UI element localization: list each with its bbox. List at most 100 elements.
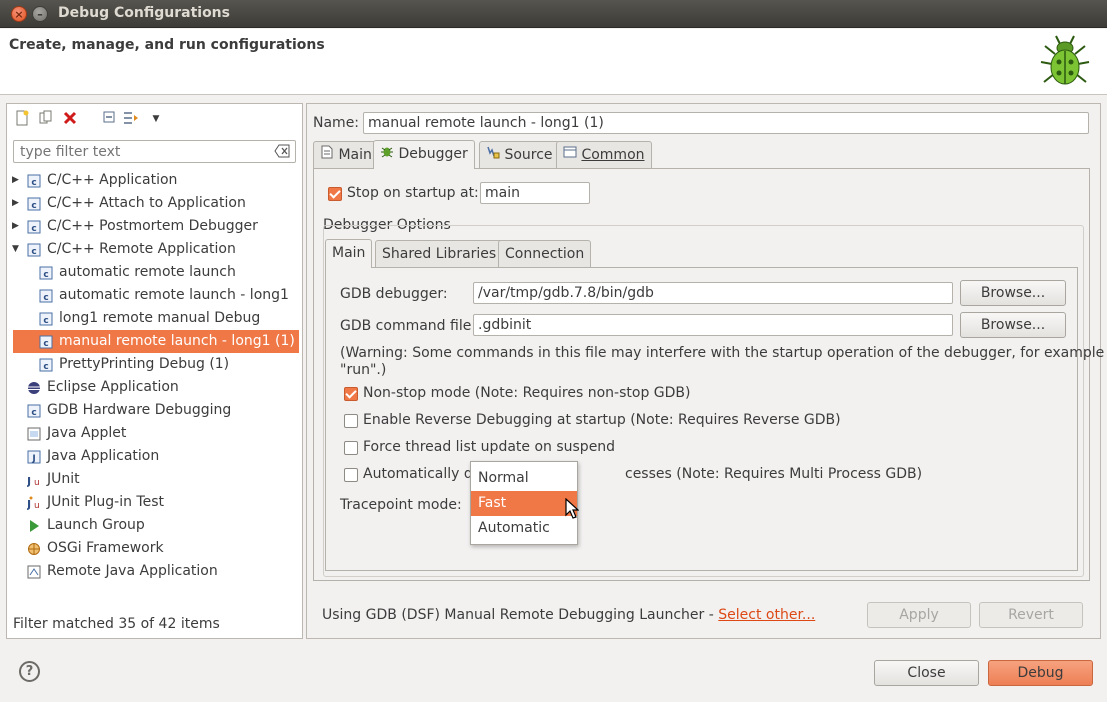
tree-item[interactable]: ▶ c C/C++ Attach to Application (7, 192, 302, 215)
tree-item[interactable]: c PrettyPrinting Debug (1) (7, 353, 302, 376)
tree-item-label: automatic remote launch (59, 264, 236, 280)
mouse-cursor-icon (565, 498, 579, 519)
launcher-info: Using GDB (DSF) Manual Remote Debugging … (322, 607, 815, 623)
stop-on-startup-checkbox[interactable] (328, 187, 342, 201)
c-config-icon: c (39, 357, 53, 372)
tree-item-label: GDB Hardware Debugging (47, 402, 232, 418)
tree-item[interactable]: c manual remote launch - long1 (1) (13, 330, 299, 353)
stop-on-startup-field[interactable]: main (480, 182, 590, 204)
svg-text:u: u (34, 501, 40, 510)
tree-item[interactable]: Ju JUnit (7, 468, 302, 491)
tree-item[interactable]: ▼ c C/C++ Remote Application (7, 238, 302, 261)
name-field[interactable]: manual remote launch - long1 (1) (363, 112, 1089, 134)
svg-text:J: J (31, 454, 35, 464)
tree-item-label: manual remote launch - long1 (1) (59, 333, 295, 349)
force-thread-update-label: Force thread list update on suspend (363, 439, 616, 455)
tree-item-label: Remote Java Application (47, 563, 218, 579)
close-button[interactable]: Close (874, 660, 979, 686)
debugger-tab-icon (380, 141, 394, 167)
eclipse-icon (27, 380, 41, 394)
svg-text:c: c (43, 339, 48, 349)
tracepoint-option-normal[interactable]: Normal (471, 466, 577, 491)
browse-gdb-debugger-button[interactable]: Browse... (960, 280, 1066, 306)
filter-field[interactable] (13, 140, 296, 163)
new-config-icon[interactable] (13, 110, 31, 128)
subtab-connection[interactable]: Connection (498, 240, 592, 268)
tree-item[interactable]: Ju JUnit Plug-in Test (7, 491, 302, 514)
delete-config-icon[interactable] (61, 110, 79, 128)
gdb-command-file-label: GDB command file: (340, 318, 477, 334)
svg-text:c: c (31, 247, 36, 257)
debug-button[interactable]: Debug (988, 660, 1093, 686)
svg-text:c: c (43, 293, 48, 303)
toolbar-menu-chevron-icon[interactable]: ▼ (147, 110, 165, 128)
window-minimize-button[interactable]: – (32, 6, 48, 22)
force-thread-update-checkbox[interactable] (344, 441, 358, 455)
tree-item[interactable]: Eclipse Application (7, 376, 302, 399)
debug-bug-icon (1040, 35, 1090, 85)
browse-gdb-command-file-button[interactable]: Browse... (960, 312, 1066, 338)
svg-text:J: J (27, 475, 31, 487)
tree-item[interactable]: OSGi Framework (7, 537, 302, 560)
tree-item-label: Java Application (47, 448, 160, 464)
java-icon: J (27, 449, 41, 464)
gdb-command-file-field[interactable]: .gdbinit (473, 314, 953, 336)
apply-button[interactable]: Apply (867, 602, 971, 628)
tracepoint-option-fast[interactable]: Fast (471, 491, 577, 516)
select-other-link[interactable]: Select other... (718, 607, 815, 623)
window-close-button[interactable]: × (11, 6, 27, 22)
tree-item[interactable]: Remote Java Application (7, 560, 302, 583)
tree-item-label: automatic remote launch - long1 (59, 287, 289, 303)
subtab-connection-label: Connection (505, 246, 585, 262)
tree-collapsed-icon[interactable]: ▶ (12, 169, 22, 192)
svg-text:c: c (43, 316, 48, 326)
tree-collapsed-icon[interactable]: ▶ (12, 215, 22, 238)
tab-debugger[interactable]: Debugger (373, 140, 475, 169)
dialog-subtitle: Create, manage, and run configurations (9, 37, 325, 53)
launch-group-icon (27, 518, 41, 532)
tree-item[interactable]: c long1 remote manual Debug (7, 307, 302, 330)
tab-source[interactable]: Source (479, 141, 560, 169)
tree-item[interactable]: J Java Application (7, 445, 302, 468)
tree-item-label: PrettyPrinting Debug (1) (59, 356, 230, 372)
non-stop-mode-label: Non-stop mode (Note: Requires non-stop G… (363, 385, 691, 401)
auto-debug-forked-label-start: Automatically de (363, 466, 482, 482)
duplicate-config-icon[interactable] (37, 110, 55, 128)
tree-item-label: Eclipse Application (47, 379, 179, 395)
debugger-main-subtab-content: GDB debugger: /var/tmp/gdb.7.8/bin/gdb B… (325, 267, 1104, 571)
tree-collapsed-icon[interactable]: ▶ (12, 192, 22, 215)
tree-item-label: C/C++ Postmortem Debugger (47, 218, 258, 234)
subtab-main[interactable]: Main (325, 239, 373, 268)
tab-main[interactable]: Main (313, 141, 379, 169)
tree-item[interactable]: c automatic remote launch - long1 (7, 284, 302, 307)
tree-item[interactable]: Launch Group (7, 514, 302, 537)
filter-input[interactable] (18, 142, 268, 162)
tree-expanded-icon[interactable]: ▼ (12, 238, 22, 261)
auto-debug-forked-checkbox[interactable] (344, 468, 358, 482)
gdb-debugger-label: GDB debugger: (340, 286, 448, 302)
tab-common-label: Common (581, 147, 645, 163)
svg-text:c: c (31, 201, 36, 211)
gdb-debugger-field[interactable]: /var/tmp/gdb.7.8/bin/gdb (473, 282, 953, 304)
tree-item[interactable]: c automatic remote launch (7, 261, 302, 284)
tree-item-label: C/C++ Attach to Application (47, 195, 246, 211)
reverse-debugging-checkbox[interactable] (344, 414, 358, 428)
tree-item[interactable]: Java Applet (7, 422, 302, 445)
tracepoint-option-automatic[interactable]: Automatic (471, 516, 577, 541)
tree-item[interactable]: ▶ c C/C++ Application (7, 169, 302, 192)
auto-debug-forked-label-end: cesses (Note: Requires Multi Process GDB… (625, 466, 923, 482)
subtab-shared-libraries[interactable]: Shared Libraries (375, 240, 504, 268)
tree-item-label: OSGi Framework (47, 540, 164, 556)
non-stop-mode-checkbox[interactable] (344, 387, 358, 401)
tree-item[interactable]: ▶ c C/C++ Postmortem Debugger (7, 215, 302, 238)
help-icon[interactable]: ? (19, 661, 40, 682)
tree-item[interactable]: c GDB Hardware Debugging (7, 399, 302, 422)
revert-button[interactable]: Revert (979, 602, 1083, 628)
filter-status: Filter matched 35 of 42 items (13, 616, 220, 632)
filter-config-icon[interactable] (123, 110, 141, 128)
clear-filter-icon[interactable] (274, 144, 290, 162)
tab-common[interactable]: Common (556, 141, 652, 169)
collapse-all-icon[interactable] (101, 110, 119, 128)
gdbinit-warning: (Warning: Some commands in this file may… (340, 345, 1105, 361)
tracepoint-mode-dropdown[interactable]: Normal Fast Automatic (470, 461, 579, 545)
